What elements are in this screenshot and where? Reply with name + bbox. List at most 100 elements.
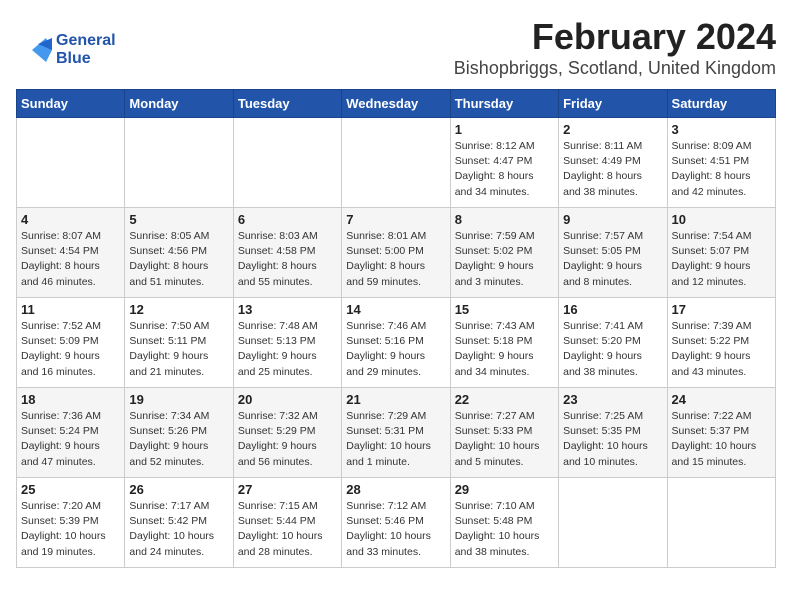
- logo-graphic: [32, 32, 52, 68]
- table-row: 13 Sunrise: 7:48 AMSunset: 5:13 PMDayligh…: [233, 298, 341, 388]
- table-row: [233, 118, 341, 208]
- day-detail: Sunrise: 7:54 AMSunset: 5:07 PMDaylight:…: [672, 229, 771, 290]
- table-row: 7 Sunrise: 8:01 AMSunset: 5:00 PMDaylight…: [342, 208, 450, 298]
- table-row: 15Sunrise: 7:43 AMSunset: 5:18 PMDayligh…: [450, 298, 558, 388]
- table-row: 26 Sunrise: 7:17 AMSunset: 5:42 PMDayligh…: [125, 478, 233, 568]
- day-detail: Sunrise: 7:17 AMSunset: 5:42 PMDaylight:…: [129, 499, 228, 560]
- calendar-body: 1 Sunrise: 8:12 AMSunset: 4:47 PMDaylight…: [17, 118, 776, 568]
- day-number: 23: [563, 392, 662, 407]
- day-number: 27: [238, 482, 337, 497]
- day-number: 25: [21, 482, 120, 497]
- day-number: 8: [455, 212, 554, 227]
- day-detail: Sunrise: 7:41 AMSunset: 5:20 PMDaylight:…: [563, 319, 662, 380]
- table-row: 19 Sunrise: 7:34 AMSunset: 5:26 PMDayligh…: [125, 388, 233, 478]
- day-number: 6: [238, 212, 337, 227]
- day-detail: Sunrise: 7:27 AMSunset: 5:33 PMDaylight:…: [455, 409, 554, 470]
- day-detail: Sunrise: 7:29 AMSunset: 5:31 PMDaylight:…: [346, 409, 445, 470]
- day-detail: Sunrise: 7:59 AMSunset: 5:02 PMDaylight:…: [455, 229, 554, 290]
- table-row: 21 Sunrise: 7:29 AMSunset: 5:31 PMDayligh…: [342, 388, 450, 478]
- table-row: 2 Sunrise: 8:11 AMSunset: 4:49 PMDaylight…: [559, 118, 667, 208]
- day-number: 5: [129, 212, 228, 227]
- day-detail: Sunrise: 7:22 AMSunset: 5:37 PMDaylight:…: [672, 409, 771, 470]
- day-number: 22: [455, 392, 554, 407]
- table-row: [125, 118, 233, 208]
- table-row: 17 Sunrise: 7:39 AMSunset: 5:22 PMDayligh…: [667, 298, 775, 388]
- table-row: 28Sunrise: 7:12 AMSunset: 5:46 PMDayligh…: [342, 478, 450, 568]
- day-number: 19: [129, 392, 228, 407]
- table-row: 18 Sunrise: 7:36 AMSunset: 5:24 PMDayligh…: [17, 388, 125, 478]
- day-detail: Sunrise: 8:05 AMSunset: 4:56 PMDaylight:…: [129, 229, 228, 290]
- day-detail: Sunrise: 8:12 AMSunset: 4:47 PMDaylight:…: [455, 139, 554, 200]
- day-detail: Sunrise: 7:52 AMSunset: 5:09 PMDaylight:…: [21, 319, 120, 380]
- col-friday: Friday: [559, 90, 667, 118]
- calendar-header: Sunday Monday Tuesday Wednesday Thursday…: [17, 90, 776, 118]
- day-number: 16: [563, 302, 662, 317]
- table-row: 23 Sunrise: 7:25 AMSunset: 5:35 PMDayligh…: [559, 388, 667, 478]
- table-row: [559, 478, 667, 568]
- day-number: 4: [21, 212, 120, 227]
- day-number: 17: [672, 302, 771, 317]
- day-detail: Sunrise: 7:12 AMSunset: 5:46 PMDaylight:…: [346, 499, 445, 560]
- table-row: 14 Sunrise: 7:46 AMSunset: 5:16 PMDayligh…: [342, 298, 450, 388]
- month-title: February 2024: [16, 16, 776, 58]
- col-thursday: Thursday: [450, 90, 558, 118]
- day-detail: Sunrise: 7:32 AMSunset: 5:29 PMDaylight:…: [238, 409, 337, 470]
- day-number: 10: [672, 212, 771, 227]
- logo-line1: General: [56, 32, 116, 50]
- day-number: 1: [455, 122, 554, 137]
- day-detail: Sunrise: 7:57 AMSunset: 5:05 PMDaylight:…: [563, 229, 662, 290]
- day-number: 26: [129, 482, 228, 497]
- table-row: 8 Sunrise: 7:59 AMSunset: 5:02 PMDaylight…: [450, 208, 558, 298]
- day-detail: Sunrise: 8:03 AMSunset: 4:58 PMDaylight:…: [238, 229, 337, 290]
- day-number: 9: [563, 212, 662, 227]
- day-number: 12: [129, 302, 228, 317]
- day-detail: Sunrise: 7:50 AMSunset: 5:11 PMDaylight:…: [129, 319, 228, 380]
- table-row: 27Sunrise: 7:15 AMSunset: 5:44 PMDayligh…: [233, 478, 341, 568]
- day-detail: Sunrise: 7:34 AMSunset: 5:26 PMDaylight:…: [129, 409, 228, 470]
- col-sunday: Sunday: [17, 90, 125, 118]
- table-row: [17, 118, 125, 208]
- header-section: February 2024 Bishopbriggs, Scotland, Un…: [16, 16, 776, 79]
- table-row: 4 Sunrise: 8:07 AMSunset: 4:54 PMDaylight…: [17, 208, 125, 298]
- col-monday: Monday: [125, 90, 233, 118]
- table-row: 5 Sunrise: 8:05 AMSunset: 4:56 PMDaylight…: [125, 208, 233, 298]
- col-saturday: Saturday: [667, 90, 775, 118]
- day-number: 13: [238, 302, 337, 317]
- day-detail: Sunrise: 8:11 AMSunset: 4:49 PMDaylight:…: [563, 139, 662, 200]
- table-row: 16 Sunrise: 7:41 AMSunset: 5:20 PMDayligh…: [559, 298, 667, 388]
- table-row: 11 Sunrise: 7:52 AMSunset: 5:09 PMDayligh…: [17, 298, 125, 388]
- day-detail: Sunrise: 7:46 AMSunset: 5:16 PMDaylight:…: [346, 319, 445, 380]
- day-number: 14: [346, 302, 445, 317]
- day-detail: Sunrise: 7:10 AMSunset: 5:48 PMDaylight:…: [455, 499, 554, 560]
- location-title: Bishopbriggs, Scotland, United Kingdom: [16, 58, 776, 79]
- day-number: 3: [672, 122, 771, 137]
- day-number: 7: [346, 212, 445, 227]
- table-row: 12 Sunrise: 7:50 AMSunset: 5:11 PMDayligh…: [125, 298, 233, 388]
- table-row: 29 Sunrise: 7:10 AMSunset: 5:48 PMDayligh…: [450, 478, 558, 568]
- day-detail: Sunrise: 7:20 AMSunset: 5:39 PMDaylight:…: [21, 499, 120, 560]
- logo-line2: Blue: [56, 50, 116, 68]
- day-number: 11: [21, 302, 120, 317]
- day-number: 21: [346, 392, 445, 407]
- table-row: 1 Sunrise: 8:12 AMSunset: 4:47 PMDaylight…: [450, 118, 558, 208]
- day-detail: Sunrise: 7:48 AMSunset: 5:13 PMDaylight:…: [238, 319, 337, 380]
- col-wednesday: Wednesday: [342, 90, 450, 118]
- day-number: 18: [21, 392, 120, 407]
- day-detail: Sunrise: 8:07 AMSunset: 4:54 PMDaylight:…: [21, 229, 120, 290]
- day-detail: Sunrise: 8:09 AMSunset: 4:51 PMDaylight:…: [672, 139, 771, 200]
- day-number: 24: [672, 392, 771, 407]
- day-number: 29: [455, 482, 554, 497]
- logo: General Blue: [32, 32, 116, 68]
- table-row: 24 Sunrise: 7:22 AMSunset: 5:37 PMDayligh…: [667, 388, 775, 478]
- table-row: [342, 118, 450, 208]
- day-detail: Sunrise: 8:01 AMSunset: 5:00 PMDaylight:…: [346, 229, 445, 290]
- day-detail: Sunrise: 7:36 AMSunset: 5:24 PMDaylight:…: [21, 409, 120, 470]
- calendar-table: Sunday Monday Tuesday Wednesday Thursday…: [16, 89, 776, 568]
- day-detail: Sunrise: 7:43 AMSunset: 5:18 PMDaylight:…: [455, 319, 554, 380]
- day-detail: Sunrise: 7:25 AMSunset: 5:35 PMDaylight:…: [563, 409, 662, 470]
- table-row: [667, 478, 775, 568]
- table-row: 9 Sunrise: 7:57 AMSunset: 5:05 PMDaylight…: [559, 208, 667, 298]
- day-detail: Sunrise: 7:39 AMSunset: 5:22 PMDaylight:…: [672, 319, 771, 380]
- day-number: 2: [563, 122, 662, 137]
- table-row: 10 Sunrise: 7:54 AMSunset: 5:07 PMDayligh…: [667, 208, 775, 298]
